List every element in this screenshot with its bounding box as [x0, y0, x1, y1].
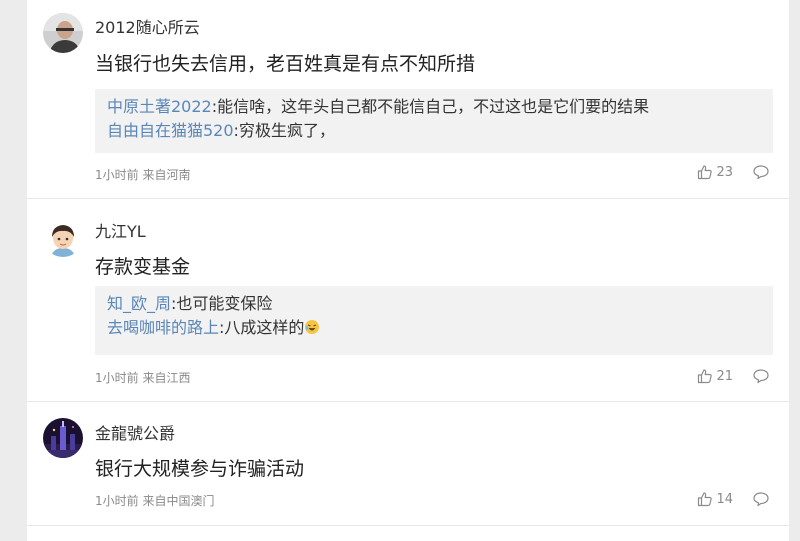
- like-count: 23: [716, 164, 733, 180]
- reply-text: :能信啥，这年头自己都不能信自己，不过这也是它们要的结果: [211, 97, 650, 116]
- like-count: 14: [716, 491, 733, 507]
- reply-button[interactable]: [753, 368, 769, 384]
- reply-box[interactable]: 知_欧_周:也可能变保险 去喝咖啡的路上:八成这样的: [95, 286, 773, 355]
- avatar[interactable]: [43, 418, 83, 458]
- speech-bubble-icon: [753, 491, 769, 507]
- avatar[interactable]: [43, 217, 83, 257]
- comment-panel: 2012随心所云 当银行也失去信用，老百姓真是有点不知所措 中原土著2022:能…: [27, 0, 789, 541]
- comment-username[interactable]: 九江YL: [95, 218, 146, 242]
- reply-username[interactable]: 知_欧_周: [107, 294, 171, 313]
- like-button[interactable]: 21: [697, 368, 753, 384]
- reply-username[interactable]: 自由自在猫猫520: [107, 121, 234, 140]
- reply-item: 中原土著2022:能信啥，这年头自己都不能信自己，不过这也是它们要的结果: [107, 95, 761, 119]
- like-button[interactable]: 14: [697, 491, 753, 507]
- comment-meta: 1小时前 来自江西: [95, 371, 191, 385]
- comment-text: 存款变基金: [95, 256, 191, 278]
- avatar[interactable]: [43, 13, 83, 53]
- divider: [27, 401, 789, 402]
- comment-meta: 1小时前 来自中国澳门: [95, 494, 215, 508]
- reply-text: :也可能变保险: [171, 294, 273, 313]
- reply-username[interactable]: 中原土著2022: [107, 97, 212, 116]
- comment-actions: 23: [697, 164, 769, 180]
- comment-actions: 14: [697, 491, 769, 507]
- divider: [27, 525, 789, 526]
- reply-button[interactable]: [753, 164, 769, 180]
- comment-text: 当银行也失去信用，老百姓真是有点不知所措: [95, 53, 476, 75]
- reply-box[interactable]: 中原土著2022:能信啥，这年头自己都不能信自己，不过这也是它们要的结果 自由自…: [95, 89, 773, 153]
- reply-item: 去喝咖啡的路上:八成这样的: [107, 316, 761, 342]
- like-button[interactable]: 23: [697, 164, 753, 180]
- reply-item: 知_欧_周:也可能变保险: [107, 292, 761, 316]
- reply-button[interactable]: [753, 491, 769, 507]
- like-count: 21: [716, 368, 733, 384]
- reply-username[interactable]: 去喝咖啡的路上: [107, 318, 219, 337]
- thumbs-up-icon: [697, 164, 713, 180]
- divider: [27, 198, 789, 199]
- reply-text: :穷极生疯了，: [233, 121, 335, 140]
- reply-text: :八成这样的: [219, 318, 305, 337]
- comment-username[interactable]: 金龍號公爵: [95, 420, 175, 444]
- speech-bubble-icon: [753, 164, 769, 180]
- comment-actions: 21: [697, 368, 769, 384]
- comment-meta: 1小时前 来自河南: [95, 168, 191, 182]
- speech-bubble-icon: [753, 368, 769, 384]
- thumbs-up-icon: [697, 491, 713, 507]
- comment-username[interactable]: 2012随心所云: [95, 14, 200, 38]
- thumbs-up-icon: [697, 368, 713, 384]
- laughing-emoji-icon: [304, 318, 320, 342]
- comment-text: 银行大规模参与诈骗活动: [95, 458, 305, 480]
- reply-item: 自由自在猫猫520:穷极生疯了，: [107, 119, 761, 143]
